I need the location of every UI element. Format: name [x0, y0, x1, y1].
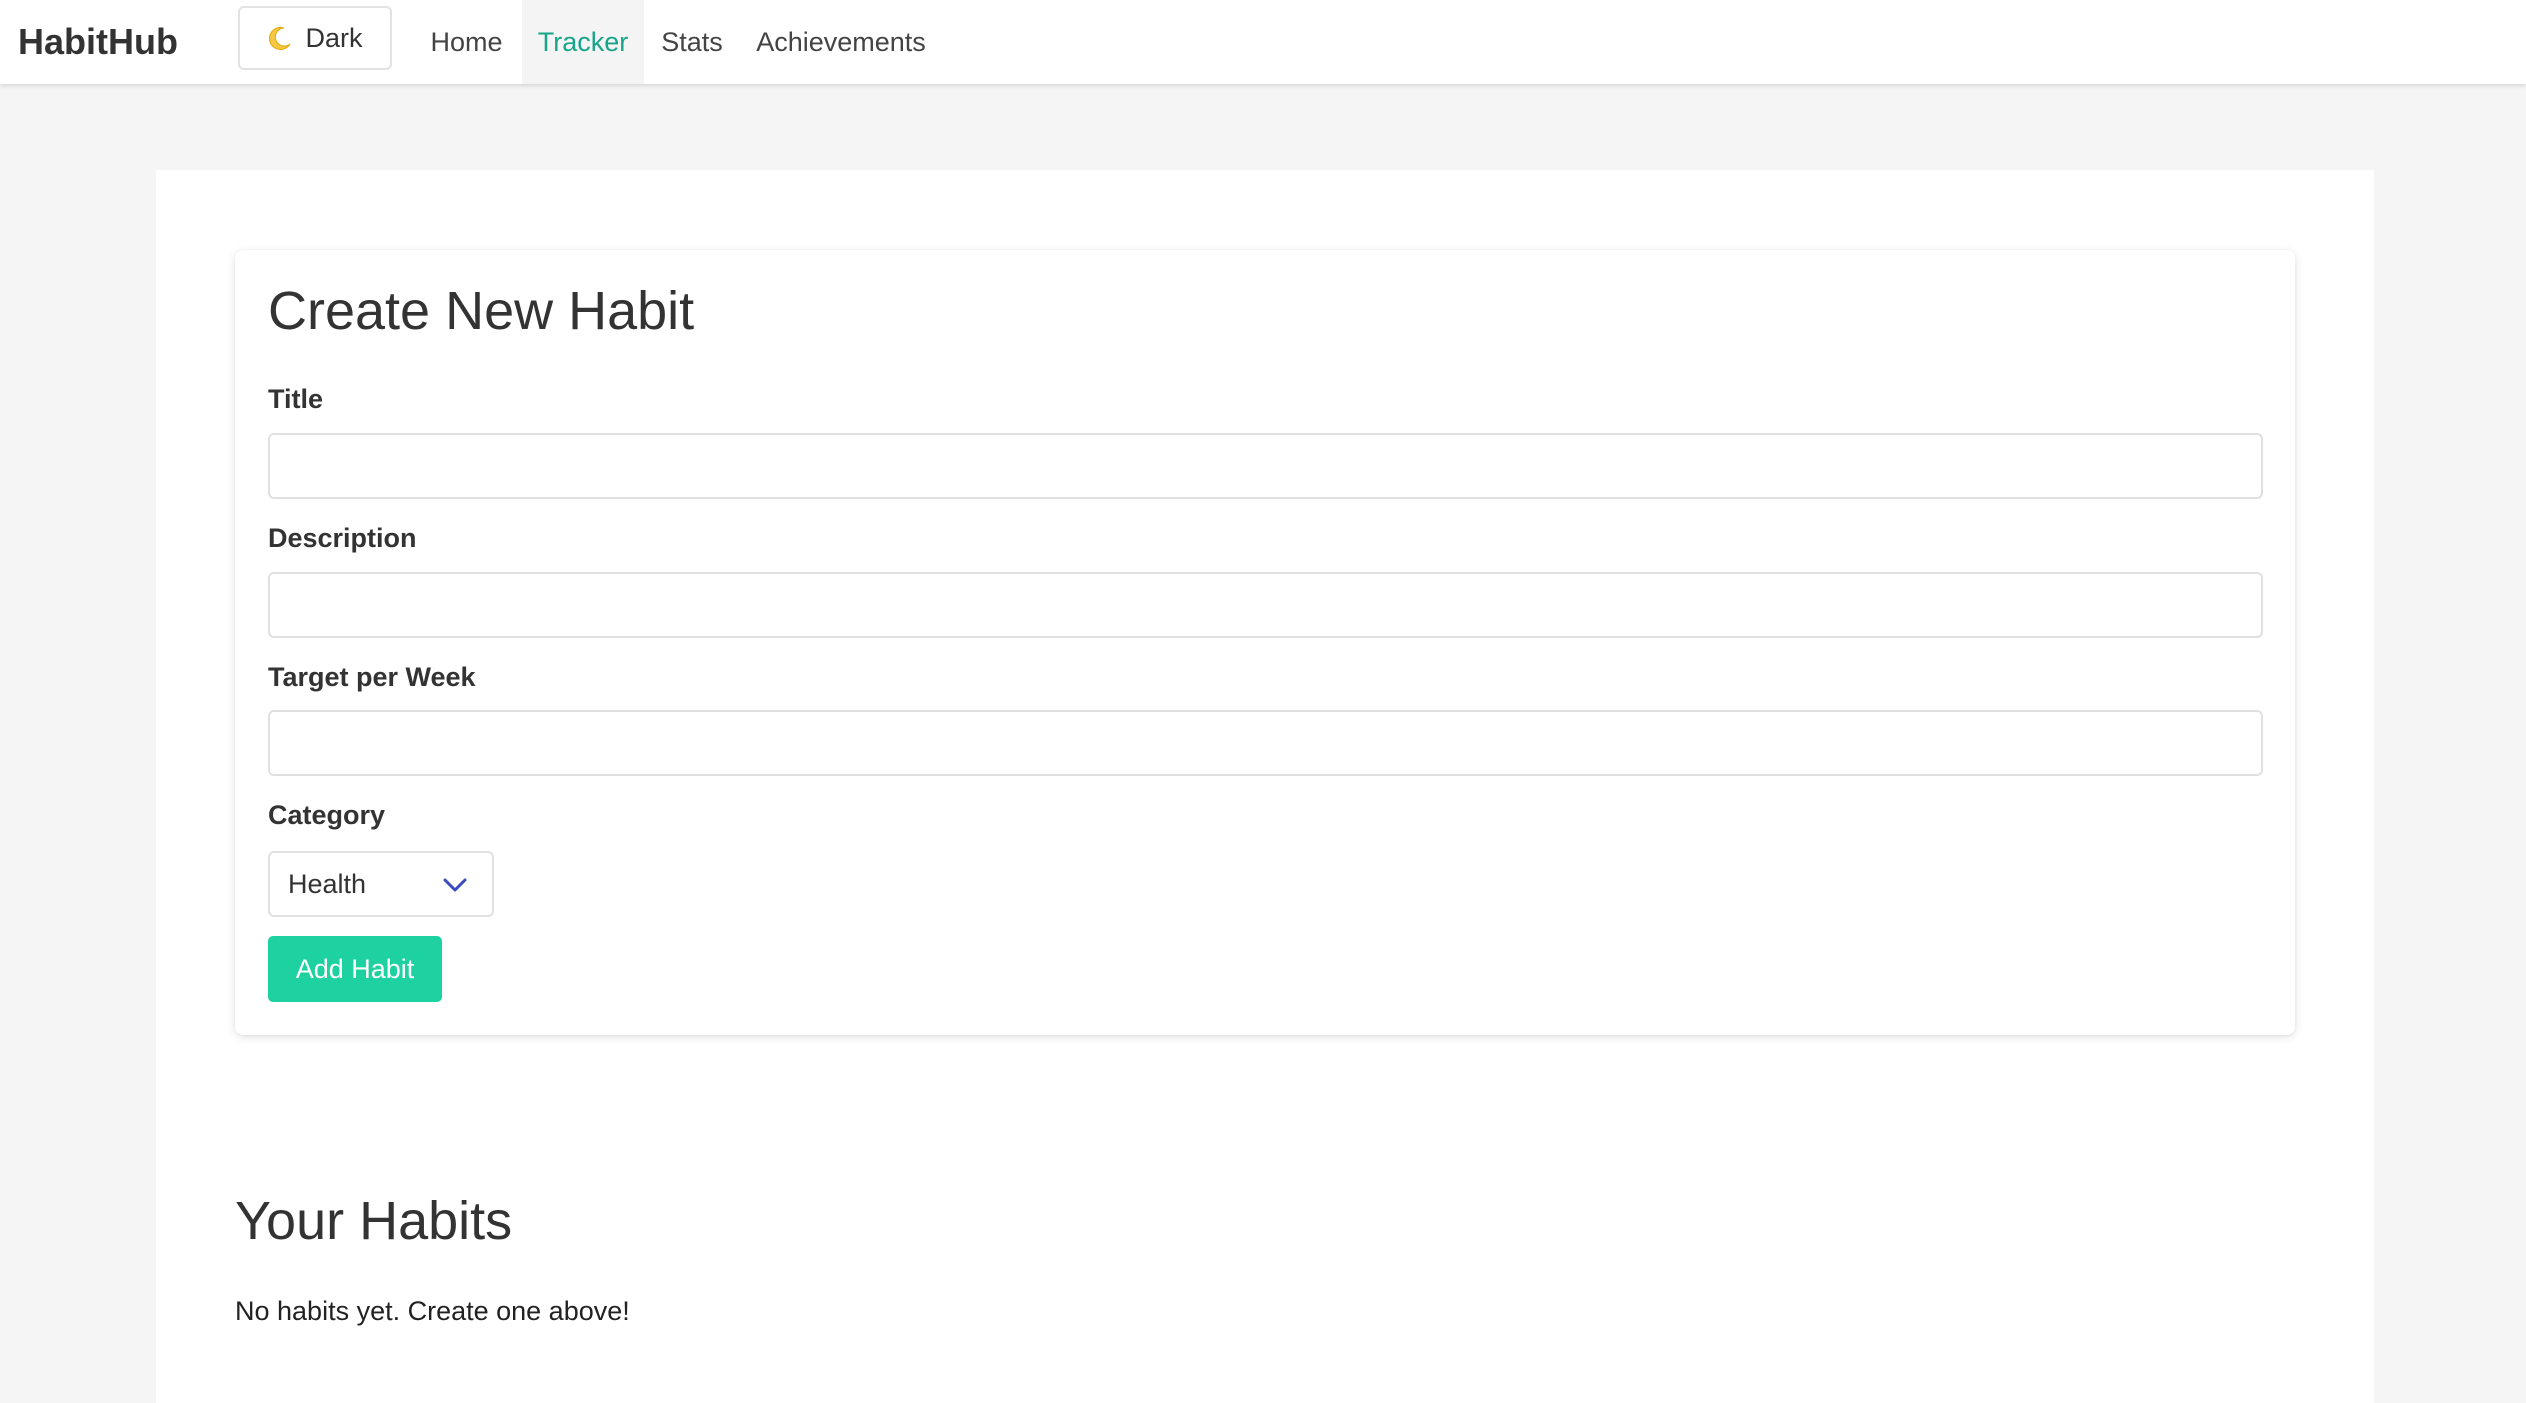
- brand-logo[interactable]: HabitHub: [18, 0, 178, 84]
- target-per-week-input[interactable]: [268, 710, 2263, 776]
- category-select[interactable]: Health: [268, 851, 494, 917]
- chevron-down-icon: [442, 875, 468, 895]
- create-habit-heading: Create New Habit: [268, 281, 695, 341]
- nav-home[interactable]: Home: [414, 0, 519, 84]
- top-navbar: HabitHub Dark Home Tracker Stats Achieve…: [0, 0, 2526, 84]
- theme-toggle-button[interactable]: Dark: [238, 6, 392, 70]
- category-label: Category: [268, 800, 386, 830]
- nav-tracker[interactable]: Tracker: [522, 0, 644, 84]
- theme-toggle-label: Dark: [305, 22, 363, 53]
- add-habit-button[interactable]: Add Habit: [268, 936, 442, 1002]
- create-habit-card: Create New Habit Title Description Targe…: [235, 250, 2295, 1035]
- category-selected-value: Health: [288, 868, 367, 899]
- title-input[interactable]: [268, 433, 2263, 499]
- nav-achievements[interactable]: Achievements: [748, 0, 934, 84]
- your-habits-heading: Your Habits: [235, 1191, 513, 1251]
- description-input[interactable]: [268, 572, 2263, 638]
- nav-stats[interactable]: Stats: [646, 0, 738, 84]
- empty-habits-message: No habits yet. Create one above!: [235, 1296, 630, 1326]
- moon-icon: [267, 25, 293, 51]
- description-label: Description: [268, 523, 417, 553]
- target-per-week-label: Target per Week: [268, 662, 476, 692]
- title-label: Title: [268, 384, 324, 414]
